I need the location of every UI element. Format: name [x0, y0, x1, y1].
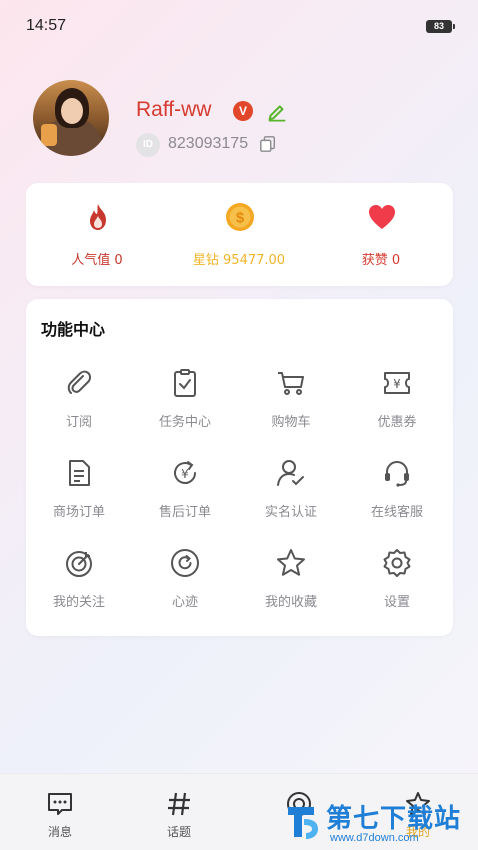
stat-popularity-label: 人气值 0	[71, 253, 123, 268]
gear-icon	[383, 549, 411, 577]
heart-icon	[369, 205, 395, 229]
tab-label-topics: 话题	[166, 825, 191, 839]
grid-label-tasks: 任务中心	[158, 415, 211, 430]
grid-item-tasks[interactable]: 任务中心	[132, 367, 238, 447]
svg-text:$: $	[236, 210, 245, 227]
grid-item-mall-orders[interactable]: 商场订单	[26, 457, 132, 537]
watermark-url: www.d7down.com	[330, 832, 419, 844]
grid-item-cart[interactable]: 购物车	[238, 367, 344, 447]
user-check-icon	[277, 460, 304, 486]
stat-popularity[interactable]: 人气值 0	[26, 183, 168, 286]
coupon-icon: ¥	[384, 372, 410, 394]
paperclip-icon	[67, 370, 91, 394]
grid-item-coupon[interactable]: ¥ 优惠券	[344, 367, 450, 447]
grid-label-coupon: 优惠券	[377, 415, 417, 430]
grid-label-favorites: 我的收藏	[264, 595, 317, 610]
tab-topics[interactable]: 话题	[119, 774, 239, 850]
svg-text:¥: ¥	[393, 377, 401, 391]
message-icon	[48, 793, 72, 815]
target-icon	[66, 551, 92, 577]
grid-item-support[interactable]: 在线客服	[344, 457, 450, 537]
flame-icon	[90, 204, 106, 230]
grid-label-settings: 设置	[383, 595, 410, 610]
grid-label-subscribe: 订阅	[65, 415, 92, 430]
clipboard-check-icon	[174, 369, 196, 397]
status-bar: 14:57 83	[0, 0, 478, 52]
stat-diamond[interactable]: $ 星钻 95477.00	[168, 183, 310, 286]
grid-item-verify[interactable]: 实名认证	[238, 457, 344, 537]
star-icon	[277, 549, 305, 576]
grid-item-settings[interactable]: 设置	[344, 547, 450, 627]
document-icon	[69, 460, 90, 486]
stat-likes[interactable]: 获赞 0	[310, 183, 452, 286]
cart-icon	[278, 372, 304, 395]
edit-icon[interactable]	[266, 100, 288, 122]
stat-diamond-label: 星钻 95477.00	[192, 253, 286, 268]
refresh-circle-icon	[171, 549, 199, 577]
stats-card: 人气值 0 $ 星钻 95477.00 获赞 0	[26, 183, 453, 286]
tab-label-messages: 消息	[47, 825, 72, 839]
grid-label-verify: 实名认证	[264, 505, 317, 520]
status-time: 14:57	[26, 17, 67, 34]
copy-icon[interactable]	[259, 135, 277, 153]
svg-text:¥: ¥	[181, 467, 189, 481]
grid-item-favorites[interactable]: 我的收藏	[238, 547, 344, 627]
function-center-title: 功能中心	[41, 320, 106, 339]
tab-messages[interactable]: 消息	[0, 774, 120, 850]
hash-icon	[168, 792, 190, 816]
grid-item-aftersale[interactable]: ¥ 售后订单	[132, 457, 238, 537]
yen-refresh-icon: ¥	[174, 461, 196, 484]
grid-label-support: 在线客服	[370, 505, 423, 520]
grid-item-heart-trace[interactable]: 心迹	[132, 547, 238, 627]
coin-icon: $	[226, 203, 254, 231]
user-id: 823093175	[168, 135, 249, 152]
watermark: 第七下载站 www.d7down.com	[284, 795, 478, 850]
function-center: 功能中心 订阅 任务中心 购物车 ¥ 优惠券 商场订单 ¥ 售后订单 实名认证 …	[26, 299, 453, 636]
grid-label-mall-orders: 商场订单	[52, 505, 105, 520]
grid-label-cart: 购物车	[271, 415, 311, 430]
id-icon: ID	[136, 133, 160, 157]
grid-label-following: 我的关注	[52, 595, 105, 610]
avatar[interactable]	[33, 80, 109, 156]
nickname: Raff-ww	[136, 98, 212, 121]
vip-badge-icon: V	[233, 101, 253, 121]
grid-label-heart-trace: 心迹	[171, 595, 198, 610]
battery-icon: 83	[426, 20, 455, 33]
grid-item-subscribe[interactable]: 订阅	[26, 367, 132, 447]
profile-header: Raff-ww V ID 823093175	[0, 70, 478, 170]
headset-icon	[385, 461, 409, 487]
watermark-logo-icon	[288, 807, 318, 839]
grid-label-aftersale: 售后订单	[158, 505, 211, 520]
stat-likes-label: 获赞 0	[361, 253, 401, 268]
watermark-title: 第七下载站	[326, 804, 462, 834]
grid-item-following[interactable]: 我的关注	[26, 547, 132, 627]
